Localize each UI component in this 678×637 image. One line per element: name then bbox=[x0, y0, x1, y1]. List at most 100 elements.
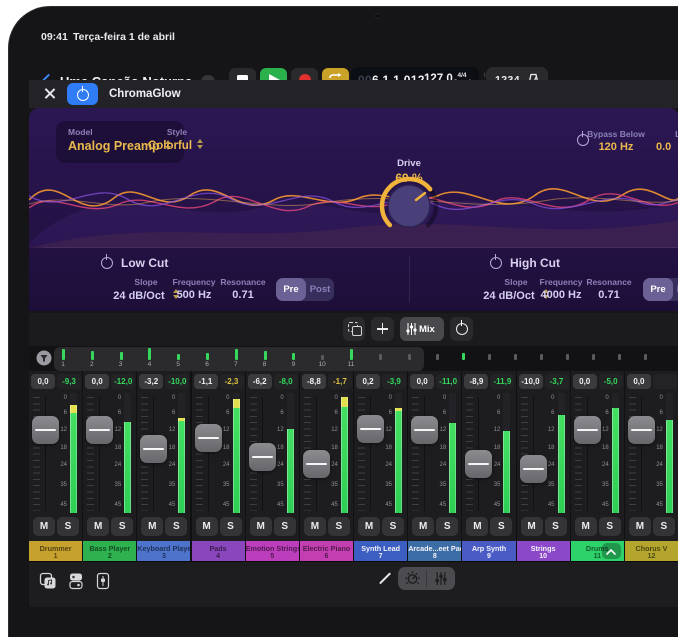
solo-button[interactable]: S bbox=[274, 517, 296, 536]
channel-volume-value[interactable]: -1,1 bbox=[194, 374, 218, 389]
track-name-tile[interactable]: Bass Player 2 bbox=[83, 541, 136, 561]
channel-volume-value[interactable]: -3,2 bbox=[139, 374, 163, 389]
volume-fader-handle[interactable] bbox=[140, 435, 167, 463]
mute-button[interactable]: M bbox=[141, 517, 163, 536]
volume-fader-handle[interactable] bbox=[195, 424, 222, 452]
mute-button[interactable]: M bbox=[466, 517, 488, 536]
plugin-power-button[interactable] bbox=[67, 83, 98, 105]
pre-segment[interactable]: Pre bbox=[643, 278, 673, 301]
mute-button[interactable]: M bbox=[87, 517, 109, 536]
solo-button[interactable]: S bbox=[545, 517, 567, 536]
track-name-tile[interactable]: Arcade...eet Pad 8 bbox=[408, 541, 461, 561]
smart-controls-knob-icon[interactable] bbox=[405, 571, 420, 586]
meter-scale-label: 24 bbox=[218, 462, 230, 468]
pre-segment[interactable]: Pre bbox=[276, 278, 306, 301]
overview-track-number: 10 bbox=[316, 361, 328, 368]
meter-scale-label: 18 bbox=[488, 445, 500, 451]
collapse-chevron-button[interactable] bbox=[602, 543, 621, 559]
overview-meter bbox=[514, 354, 517, 360]
volume-fader-handle[interactable] bbox=[32, 416, 59, 444]
highcut-power-icon[interactable] bbox=[490, 257, 502, 269]
track-name-tile[interactable]: Strings 10 bbox=[517, 541, 570, 561]
solo-button[interactable]: S bbox=[328, 517, 350, 536]
highcut-prepost-switch[interactable]: Pre Post bbox=[643, 278, 678, 301]
volume-fader-handle[interactable] bbox=[465, 450, 492, 478]
solo-button[interactable]: S bbox=[220, 517, 242, 536]
volume-fader-handle[interactable] bbox=[574, 416, 601, 444]
meter-scale-label: 6 bbox=[272, 410, 284, 416]
channel-volume-value[interactable]: 0,0 bbox=[85, 374, 109, 389]
channel-strip: 0,2 -3,9 061218243545 M S Synth Lead 7 bbox=[354, 371, 407, 561]
volume-fader-handle[interactable] bbox=[357, 415, 384, 443]
style-selector[interactable]: Colorful bbox=[131, 139, 221, 152]
volume-fader-handle[interactable] bbox=[628, 416, 655, 444]
overview-track-number: 11 bbox=[345, 361, 357, 368]
level-value[interactable]: 0.0 bbox=[656, 141, 678, 153]
channel-volume-value[interactable]: -8,8 bbox=[302, 374, 326, 389]
filter-icon[interactable] bbox=[36, 350, 52, 366]
highcut-resonance-value[interactable]: 0.71 bbox=[574, 289, 644, 301]
mixer-power-button[interactable] bbox=[450, 317, 473, 341]
edit-pencil-icon[interactable] bbox=[378, 571, 392, 585]
overview-window[interactable]: 1234567891011 bbox=[54, 347, 424, 371]
plugins-icon[interactable] bbox=[67, 572, 85, 590]
channel-volume-value[interactable]: 0,2 bbox=[356, 374, 380, 389]
track-name-tile[interactable]: Pads 4 bbox=[192, 541, 245, 561]
meter-scale-label: 35 bbox=[109, 482, 121, 488]
solo-button[interactable]: S bbox=[165, 517, 187, 536]
track-name-tile[interactable]: Arp Synth 9 bbox=[462, 541, 515, 561]
mute-button[interactable]: M bbox=[250, 517, 272, 536]
power-icon bbox=[456, 323, 468, 335]
track-name-tile[interactable]: Emotion Strings 5 bbox=[246, 541, 299, 561]
solo-button[interactable]: S bbox=[653, 517, 675, 536]
volume-fader-handle[interactable] bbox=[86, 416, 113, 444]
volume-fader-handle[interactable] bbox=[303, 450, 330, 478]
fader-slot bbox=[587, 397, 588, 511]
post-segment[interactable]: Post bbox=[306, 278, 334, 301]
post-segment[interactable]: Post bbox=[673, 278, 678, 301]
solo-button[interactable]: S bbox=[490, 517, 512, 536]
fader-controls-icon[interactable] bbox=[95, 572, 111, 590]
channel-volume-value[interactable]: 0,0 bbox=[410, 374, 434, 389]
mute-button[interactable]: M bbox=[358, 517, 380, 536]
track-name-tile[interactable]: Drums 11 bbox=[571, 541, 624, 561]
track-name-tile[interactable]: Drummer 1 bbox=[29, 541, 82, 561]
mute-button[interactable]: M bbox=[412, 517, 434, 536]
volume-fader-handle[interactable] bbox=[249, 443, 276, 471]
solo-button[interactable]: S bbox=[599, 517, 621, 536]
lowcut-prepost-switch[interactable]: Pre Post bbox=[276, 278, 334, 301]
mute-button[interactable]: M bbox=[575, 517, 597, 536]
mute-button[interactable]: M bbox=[33, 517, 55, 536]
track-name-tile[interactable]: Chorus V 12 bbox=[625, 541, 678, 561]
channel-volume-value[interactable]: 0,0 bbox=[573, 374, 597, 389]
mixer-view-icon[interactable] bbox=[435, 572, 447, 585]
volume-fader-handle[interactable] bbox=[520, 455, 547, 483]
fader-slot bbox=[641, 397, 642, 511]
duplicate-button[interactable] bbox=[343, 317, 365, 341]
lowcut-resonance-value[interactable]: 0.71 bbox=[208, 289, 278, 301]
mix-view-button[interactable]: Mix bbox=[400, 317, 444, 341]
browser-icon[interactable] bbox=[39, 572, 57, 590]
close-icon[interactable] bbox=[43, 87, 56, 100]
mute-button[interactable]: M bbox=[629, 517, 651, 536]
channel-volume-value[interactable]: 0,0 bbox=[627, 374, 651, 389]
solo-button[interactable]: S bbox=[57, 517, 79, 536]
solo-button[interactable]: S bbox=[382, 517, 404, 536]
lowcut-power-icon[interactable] bbox=[101, 257, 113, 269]
add-track-button[interactable] bbox=[371, 317, 394, 341]
mute-button[interactable]: M bbox=[304, 517, 326, 536]
channel-volume-value[interactable]: -6,2 bbox=[248, 374, 272, 389]
channel-volume-value[interactable]: -8,9 bbox=[464, 374, 488, 389]
bypass-value[interactable]: 120 Hz bbox=[591, 141, 641, 153]
volume-fader-handle[interactable] bbox=[411, 416, 438, 444]
track-name-tile[interactable]: Electric Piano 6 bbox=[300, 541, 353, 561]
channel-volume-value[interactable]: -10,0 bbox=[519, 374, 543, 389]
channel-volume-value[interactable]: 0,0 bbox=[31, 374, 55, 389]
solo-button[interactable]: S bbox=[111, 517, 133, 536]
solo-button[interactable]: S bbox=[436, 517, 458, 536]
drive-knob[interactable] bbox=[376, 170, 442, 236]
mute-button[interactable]: M bbox=[196, 517, 218, 536]
mute-button[interactable]: M bbox=[521, 517, 543, 536]
track-name-tile[interactable]: Synth Lead 7 bbox=[354, 541, 407, 561]
track-name-tile[interactable]: Keyboard Player 3 bbox=[137, 541, 190, 561]
